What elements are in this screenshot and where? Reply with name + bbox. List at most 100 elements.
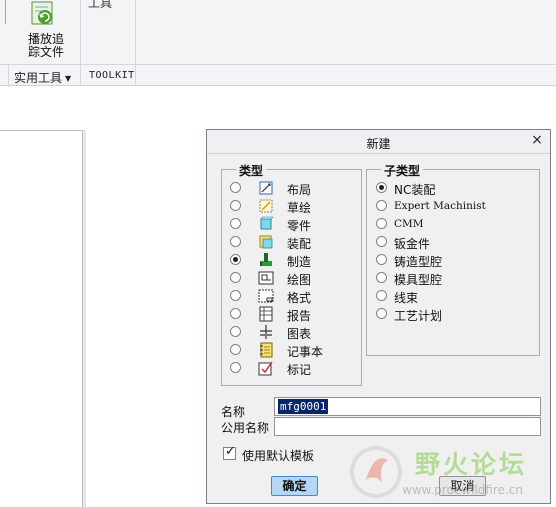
- radio-button[interactable]: [230, 218, 241, 229]
- cancel-button[interactable]: 取消: [439, 476, 486, 496]
- subtype-label: 模具型腔: [394, 273, 443, 287]
- subtype-option-harness[interactable]: 线束: [376, 288, 536, 305]
- radio-button[interactable]: [230, 326, 241, 337]
- subtype-option-process-plan[interactable]: 工艺计划: [376, 306, 536, 323]
- new-file-dialog: 新建 × 类型 布局 草绘 零件 装配 制造 绘图 格式 报告 图表 记事本 标…: [206, 129, 551, 504]
- radio-button[interactable]: [230, 254, 241, 265]
- radio-button[interactable]: [376, 236, 387, 247]
- type-option-assembly[interactable]: 装配: [230, 234, 350, 251]
- use-default-template-label[interactable]: 使用默认模板: [242, 447, 314, 464]
- radio-button[interactable]: [376, 218, 387, 229]
- radio-button[interactable]: [230, 272, 241, 283]
- checkmark-icon: ✓: [225, 444, 236, 459]
- assembly-icon: [259, 235, 273, 249]
- radio-button[interactable]: [230, 200, 241, 211]
- common-name-field[interactable]: [274, 417, 541, 436]
- ribbon-separator: [8, 65, 9, 87]
- name-value: mfg0001: [278, 399, 329, 414]
- subtype-label: NC装配: [394, 183, 436, 197]
- type-label: 记事本: [287, 345, 324, 359]
- layout-icon: [259, 181, 273, 195]
- ribbon: 播放追 踪文件 工具 实用工具 ▼ TOOLKIT: [0, 0, 556, 87]
- ribbon-left-edge: [0, 0, 6, 24]
- ribbon-group-label-bar: 实用工具 ▼ TOOLKIT: [0, 64, 556, 87]
- type-option-diagram[interactable]: 图表: [230, 324, 350, 341]
- dialog-title: 新建: [366, 137, 391, 151]
- type-label: 零件: [287, 219, 312, 233]
- close-icon[interactable]: ×: [530, 133, 544, 147]
- type-label: 草绘: [287, 201, 312, 215]
- subtype-label: Expert Machinist: [394, 200, 486, 212]
- type-option-format[interactable]: 格式: [230, 288, 350, 305]
- use-default-template-checkbox[interactable]: ✓: [223, 444, 236, 460]
- markup-icon: [258, 361, 273, 376]
- drawing-icon: [258, 271, 274, 285]
- radio-button[interactable]: [376, 254, 387, 265]
- radio-button[interactable]: [230, 290, 241, 301]
- subtype-option-mold-cavity[interactable]: 模具型腔: [376, 270, 536, 287]
- subtype-option-expert-machinist[interactable]: Expert Machinist: [376, 198, 536, 214]
- subtype-label: 铸造型腔: [394, 255, 443, 269]
- subtype-label: CMM: [394, 218, 424, 230]
- play-trail-label: 播放追 踪文件: [27, 32, 64, 59]
- notebook-icon: [260, 342, 273, 358]
- type-group-title: 类型: [236, 162, 267, 179]
- subtype-option-cmm[interactable]: CMM: [376, 216, 536, 232]
- subtype-option-nc-assembly[interactable]: NC装配: [376, 180, 536, 197]
- type-option-layout[interactable]: 布局: [230, 180, 350, 197]
- subtype-groupbox: 子类型 NC装配 Expert Machinist CMM 钣金件 铸造型腔 模…: [366, 162, 540, 356]
- radio-button[interactable]: [376, 272, 387, 283]
- type-label: 图表: [287, 327, 312, 341]
- radio-button[interactable]: [230, 362, 241, 373]
- type-label: 布局: [287, 183, 312, 197]
- radio-button[interactable]: [376, 308, 387, 319]
- type-option-notebook[interactable]: 记事本: [230, 342, 350, 359]
- radio-button[interactable]: [230, 308, 241, 319]
- radio-button[interactable]: [230, 344, 241, 355]
- group-toolkit[interactable]: TOOLKIT: [89, 70, 135, 81]
- group-utilities-label: 实用工具: [14, 71, 63, 85]
- ok-button[interactable]: 确定: [271, 476, 318, 496]
- common-name-label: 公用名称: [221, 421, 270, 435]
- type-option-manufacturing[interactable]: 制造: [230, 252, 350, 269]
- subtype-group-title: 子类型: [381, 162, 424, 179]
- caret-down-icon: ▼: [65, 74, 72, 83]
- subtype-label: 钣金件: [394, 237, 431, 251]
- type-groupbox: 类型 布局 草绘 零件 装配 制造 绘图 格式 报告 图表 记事本 标记: [221, 162, 362, 386]
- type-label: 格式: [287, 291, 312, 305]
- subtype-label: 工艺计划: [394, 309, 443, 323]
- radio-button[interactable]: [376, 182, 387, 193]
- subtype-option-sheetmetal[interactable]: 钣金件: [376, 234, 536, 251]
- sketch-icon: [259, 199, 273, 213]
- type-option-report[interactable]: 报告: [230, 306, 350, 323]
- group-utilities[interactable]: 实用工具 ▼: [14, 69, 71, 86]
- type-label: 标记: [287, 363, 312, 377]
- play-trail-icon: [31, 1, 53, 25]
- type-option-part[interactable]: 零件: [230, 216, 350, 233]
- part-icon: [260, 216, 274, 230]
- play-trail-file-button[interactable]: 播放追 踪文件: [20, 0, 72, 62]
- dialog-titlebar[interactable]: 新建 ×: [207, 130, 550, 154]
- type-label: 装配: [287, 237, 312, 251]
- type-option-sketch[interactable]: 草绘: [230, 198, 350, 215]
- type-label: 报告: [287, 309, 312, 323]
- format-icon: [258, 289, 274, 303]
- type-option-drawing[interactable]: 绘图: [230, 270, 350, 287]
- radio-button[interactable]: [230, 236, 241, 247]
- type-label: 绘图: [287, 273, 312, 287]
- subtype-option-cast-cavity[interactable]: 铸造型腔: [376, 252, 536, 269]
- radio-button[interactable]: [376, 200, 387, 211]
- manufacturing-icon: [260, 253, 272, 266]
- type-label: 制造: [287, 255, 312, 269]
- model-tree-panel: [0, 130, 83, 507]
- radio-button[interactable]: [230, 182, 241, 193]
- type-option-markup[interactable]: 标记: [230, 360, 350, 377]
- tool-button-label[interactable]: 工具: [88, 0, 112, 11]
- name-field[interactable]: mfg0001: [274, 397, 541, 416]
- name-label: 名称: [221, 405, 246, 419]
- diagram-icon: [260, 325, 272, 339]
- panel-sash[interactable]: [83, 130, 86, 507]
- radio-button[interactable]: [376, 290, 387, 301]
- subtype-label: 线束: [394, 291, 419, 305]
- report-icon: [259, 306, 273, 322]
